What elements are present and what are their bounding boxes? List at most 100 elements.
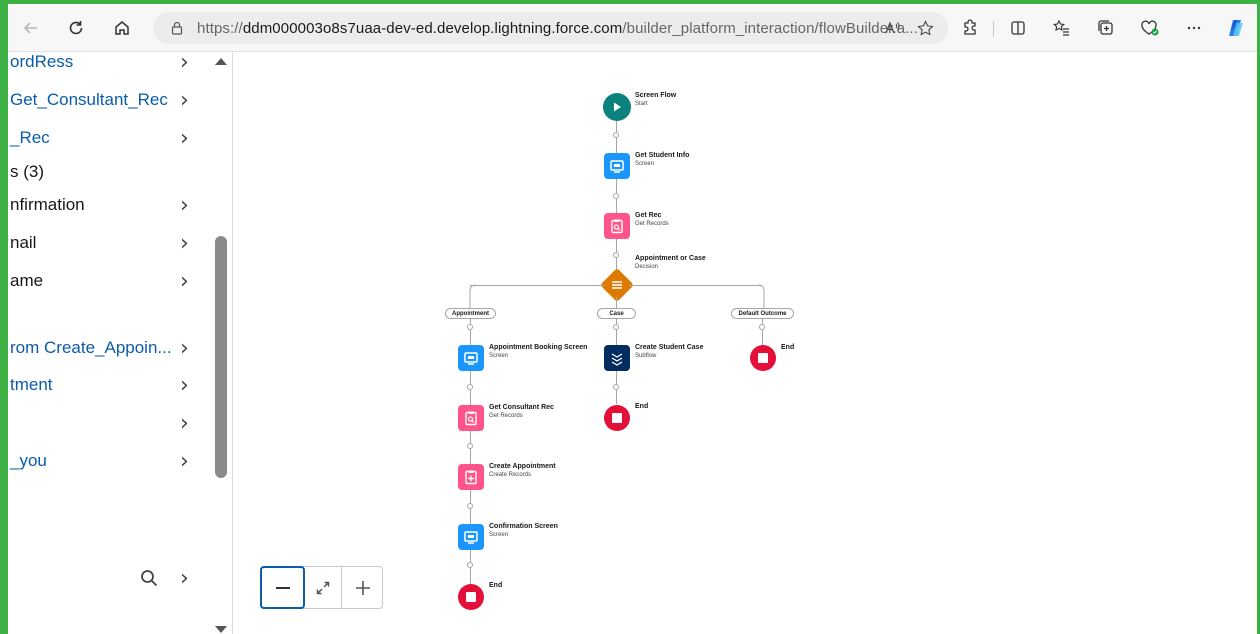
zoom-controls <box>260 566 383 609</box>
url-host: ddm000003o8s7uaa-dev-ed.develop.lightnin… <box>242 20 623 37</box>
connector-line <box>762 319 763 345</box>
list-item[interactable]: _you › <box>8 449 208 475</box>
chevron-right-icon[interactable]: › <box>180 566 189 591</box>
connector-dot[interactable] <box>467 324 473 330</box>
create-appointment-title: Create Appointment <box>489 463 556 470</box>
get-records-node-icon[interactable] <box>604 213 630 239</box>
appointment-booking-title: Appointment Booking Screen <box>489 344 588 351</box>
connector-dot[interactable] <box>613 384 619 390</box>
chevron-right-icon[interactable]: › <box>180 193 189 218</box>
resource-manager-panel: ordRess › Get_Consultant_Rec › _Rec › s (3)… <box>8 52 233 634</box>
minus-icon <box>275 586 290 589</box>
address-url[interactable]: https://ddm000003o8s7uaa-dev-ed.develop.… <box>197 20 918 37</box>
outcome-default-label[interactable]: Default Outcome <box>731 308 794 319</box>
toolbar-separator <box>993 21 994 37</box>
chevron-right-icon[interactable]: › <box>180 336 189 361</box>
refresh-icon[interactable] <box>63 15 89 41</box>
connector-dot[interactable] <box>467 562 473 568</box>
outcome-appointment-label[interactable]: Appointment <box>445 308 496 319</box>
screen-node-icon[interactable] <box>604 153 630 179</box>
fit-view-button[interactable] <box>305 567 342 608</box>
create-records-node-icon[interactable] <box>458 464 484 490</box>
start-node-icon[interactable] <box>603 93 631 121</box>
screen-node-icon[interactable] <box>458 345 484 371</box>
list-item[interactable]: nfirmation › <box>8 193 208 219</box>
extensions-icon[interactable] <box>957 15 983 41</box>
outcome-case-label[interactable]: Case <box>597 308 636 319</box>
connector-dot[interactable] <box>467 443 473 449</box>
expand-icon <box>316 581 330 594</box>
list-item-label: tment <box>10 375 53 394</box>
end-node-label: End <box>635 403 649 410</box>
url-path: /builder_platform_interaction/flowBuilde… <box>622 20 918 37</box>
plus-icon <box>355 580 370 595</box>
screen-node-icon[interactable] <box>458 524 484 550</box>
list-item-label: ordRess <box>10 52 74 71</box>
list-item[interactable]: ordRess › <box>8 52 208 76</box>
chevron-right-icon[interactable]: › <box>180 449 189 474</box>
chevron-right-icon[interactable]: › <box>180 52 189 75</box>
connector-dot[interactable] <box>613 252 619 258</box>
zoom-in-button[interactable] <box>342 567 383 608</box>
list-item[interactable]: _Rec › <box>8 126 208 152</box>
list-item[interactable]: rom Create_Appoin... › <box>8 336 208 362</box>
list-item-label: nfirmation <box>10 195 85 214</box>
collections-icon[interactable] <box>1093 15 1119 41</box>
window-frame-top <box>0 0 1260 4</box>
end-node-label: End <box>489 582 503 589</box>
chevron-right-icon[interactable]: › <box>180 231 189 256</box>
read-aloud-icon[interactable] <box>881 17 903 39</box>
end-node-icon[interactable] <box>604 405 630 431</box>
list-item[interactable]: Get_Consultant_Rec › <box>8 88 208 114</box>
back-icon[interactable] <box>18 15 44 41</box>
url-scheme: https:// <box>197 20 243 37</box>
list-item[interactable]: › <box>8 411 208 437</box>
connector-dot[interactable] <box>467 384 473 390</box>
get-records-node-icon[interactable] <box>458 405 484 431</box>
site-info-icon[interactable] <box>167 18 187 38</box>
chevron-right-icon[interactable]: › <box>180 373 189 398</box>
address-bar[interactable]: https://ddm000003o8s7uaa-dev-ed.develop.… <box>153 12 948 44</box>
connector-dot[interactable] <box>613 132 619 138</box>
connector-dot[interactable] <box>613 193 619 199</box>
more-icon[interactable] <box>1181 15 1207 41</box>
list-item-label: Get_Consultant_Rec <box>10 90 168 109</box>
branch-curves <box>469 284 765 310</box>
scroll-up-arrow[interactable] <box>215 58 227 65</box>
chevron-right-icon[interactable]: › <box>180 269 189 294</box>
decision-subtitle: Decision <box>635 264 659 270</box>
list-item[interactable]: ame › <box>8 269 208 295</box>
zoom-out-button[interactable] <box>260 566 305 609</box>
get-student-info-title: Get Student Info <box>635 152 690 159</box>
list-item-label: nail <box>10 233 37 252</box>
search-icon[interactable] <box>139 568 161 590</box>
section-header[interactable]: s (3) <box>8 162 208 186</box>
copilot-icon[interactable] <box>1223 15 1249 41</box>
split-screen-icon[interactable] <box>1005 15 1031 41</box>
list-item-label: rom Create_Appoin... <box>10 338 172 357</box>
subflow-node-icon[interactable] <box>604 345 630 371</box>
favorites-icon[interactable] <box>1049 15 1075 41</box>
end-node-label: End <box>781 344 795 351</box>
list-item[interactable]: nail › <box>8 231 208 257</box>
chevron-right-icon[interactable]: › <box>180 88 189 113</box>
connector-dot[interactable] <box>759 324 765 330</box>
list-item[interactable]: tment › <box>8 373 208 399</box>
flow-canvas[interactable]: Screen Flow Start Get Student Info Scree… <box>234 52 1257 634</box>
chevron-right-icon[interactable]: › <box>180 126 189 151</box>
connector-dot[interactable] <box>467 503 473 509</box>
browser-essentials-icon[interactable] <box>1137 15 1163 41</box>
get-consultant-rec-title: Get Consultant Rec <box>489 404 554 411</box>
end-node-icon[interactable] <box>750 345 776 371</box>
scrollbar-thumb[interactable] <box>215 236 227 478</box>
end-node-icon[interactable] <box>458 584 484 610</box>
create-student-case-title: Create Student Case <box>635 344 704 351</box>
connector-dot[interactable] <box>613 324 619 330</box>
get-rec-subtitle: Get Records <box>635 221 669 227</box>
favorite-icon[interactable] <box>914 17 936 39</box>
decision-title: Appointment or Case <box>635 255 706 262</box>
scroll-down-arrow[interactable] <box>215 626 227 633</box>
home-icon[interactable] <box>109 15 135 41</box>
list-item-label: ame <box>10 271 44 290</box>
chevron-right-icon[interactable]: › <box>180 411 189 436</box>
